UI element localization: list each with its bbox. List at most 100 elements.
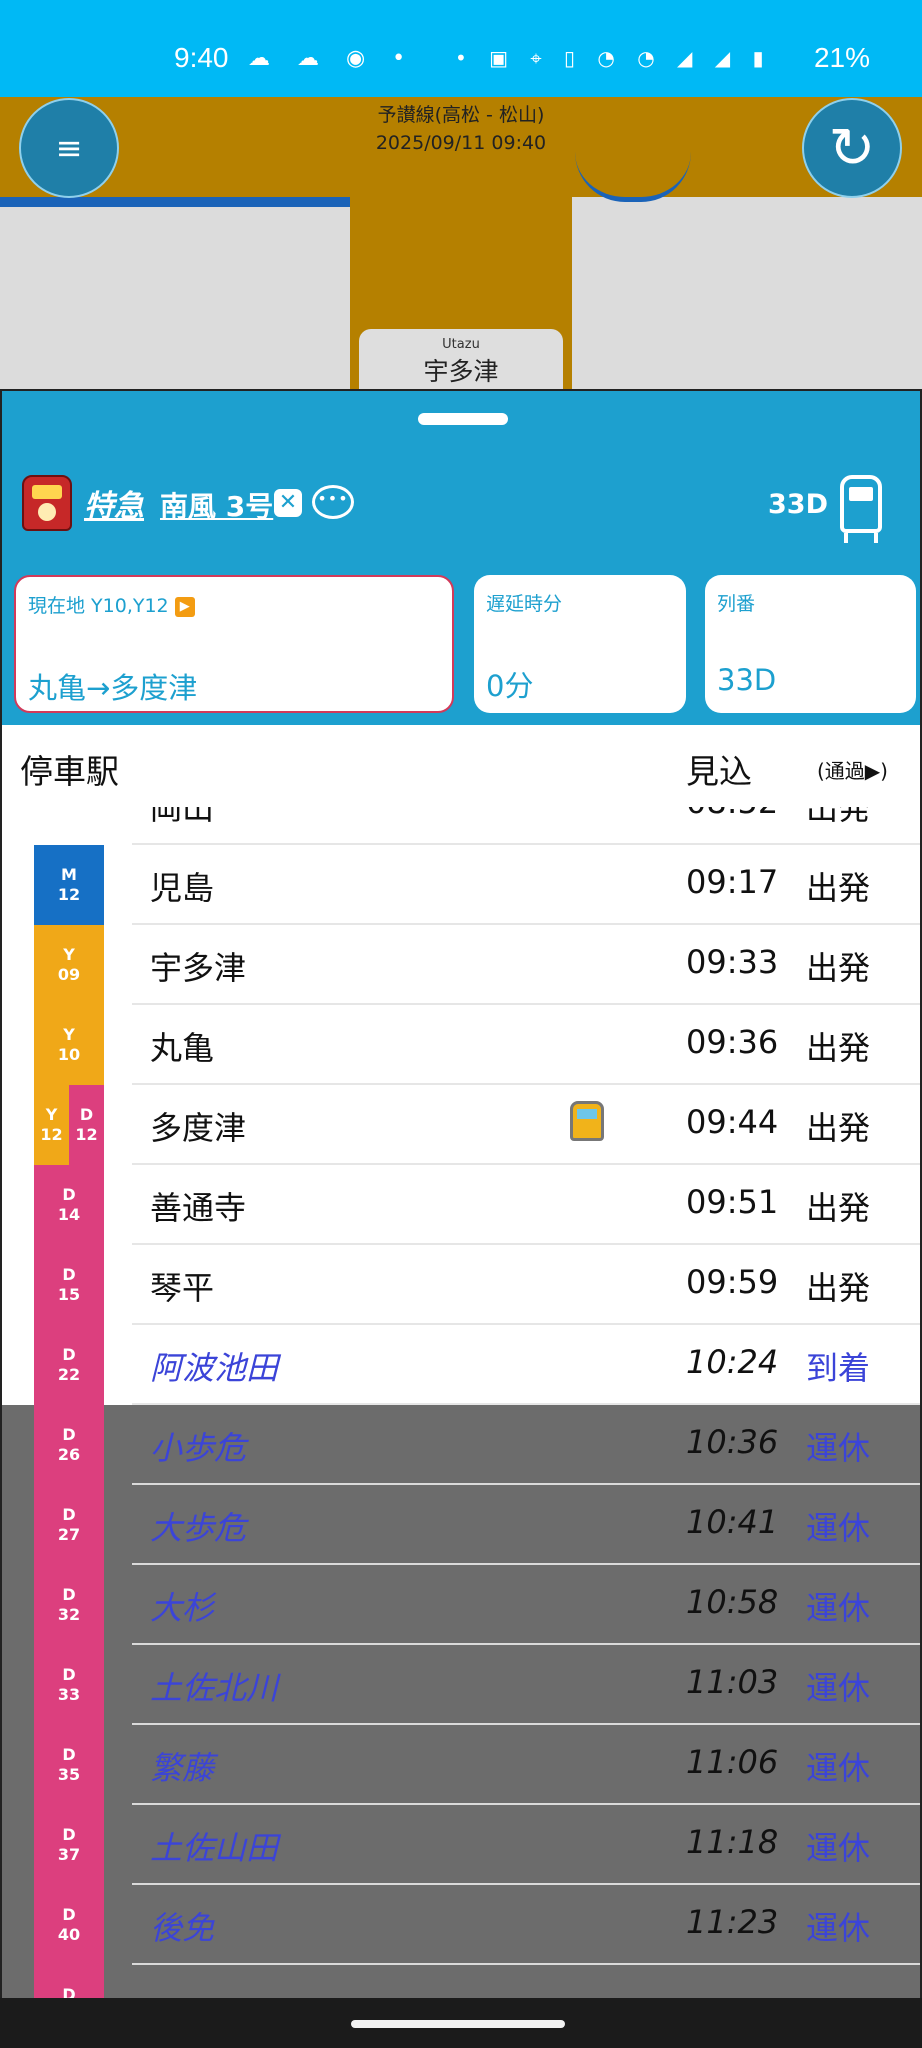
station-number-badge: D 40 bbox=[34, 1885, 104, 1965]
notification-icons: ☁ ☁ ◉ • bbox=[248, 46, 416, 71]
stop-row[interactable]: D bbox=[2, 1965, 920, 1998]
stop-name: 丸亀 bbox=[150, 1029, 215, 1067]
stop-status: 運休 bbox=[806, 1509, 871, 1547]
sheet-drag-handle[interactable] bbox=[418, 413, 508, 425]
station-number-badge: D bbox=[34, 1965, 104, 1998]
train-front-icon[interactable] bbox=[840, 475, 882, 543]
stop-time: 09:33 bbox=[686, 943, 779, 981]
stop-time: 10:24 bbox=[686, 1343, 779, 1381]
station-line-code: D bbox=[62, 1425, 76, 1444]
stop-time: 09:51 bbox=[686, 1183, 779, 1221]
stop-name: 宇多津 bbox=[150, 949, 247, 987]
navigation-bar bbox=[0, 1998, 922, 2048]
play-icon: ▶ bbox=[174, 596, 195, 617]
stop-row[interactable]: D 14 善通寺 09:51 出発 bbox=[2, 1165, 920, 1245]
station-number: 09 bbox=[57, 965, 81, 984]
delay-card: 遅延時分 0分 bbox=[474, 575, 686, 713]
delay-value: 0分 bbox=[486, 669, 534, 703]
station-number-badge: D 35 bbox=[34, 1725, 104, 1805]
station-number-badge: D 37 bbox=[34, 1805, 104, 1885]
stop-name: 繁藤 bbox=[150, 1749, 215, 1787]
stop-row[interactable]: D 40 後免 11:23 運休 bbox=[2, 1885, 920, 1965]
stop-name: 多度津 bbox=[150, 1109, 247, 1147]
stop-list[interactable]: 停車駅 見込 (通過▶) 岡山08:52出発M12児島09:17出発Y09宇多津… bbox=[2, 725, 920, 1998]
stop-time: 11:06 bbox=[686, 1743, 779, 1781]
stop-status: 出発 bbox=[806, 1189, 871, 1227]
stop-time: 09:36 bbox=[686, 1023, 779, 1061]
stop-name: 阿波池田 bbox=[150, 1349, 279, 1387]
stop-time: 10:36 bbox=[686, 1423, 779, 1461]
train-number-value: 33D bbox=[717, 663, 777, 697]
menu-icon: ≡ bbox=[55, 129, 83, 167]
station-number: 32 bbox=[57, 1605, 81, 1624]
station-line-code: D bbox=[62, 1585, 76, 1604]
refresh-button[interactable]: ↻ bbox=[802, 98, 902, 198]
stop-time: 09:44 bbox=[686, 1103, 779, 1141]
station-number: 12 bbox=[40, 1125, 63, 1144]
stop-time: 11:23 bbox=[686, 1903, 779, 1941]
station-number-badge: Y 10 bbox=[34, 1005, 104, 1085]
station-name-en: Utazu bbox=[442, 337, 480, 352]
train-header: 特急 南風 3号 ✕ ••• 33D bbox=[2, 475, 920, 545]
menu-button[interactable]: ≡ bbox=[19, 98, 119, 198]
column-expected-time: 見込 bbox=[686, 752, 752, 791]
stop-status: 出発 bbox=[806, 1109, 871, 1147]
current-train-icon bbox=[570, 1101, 604, 1141]
station-number: 12 bbox=[57, 885, 81, 904]
station-number-badge: D 14 bbox=[34, 1165, 104, 1245]
train-name-link[interactable]: 南風 3号 bbox=[160, 485, 273, 525]
train-id: 33D bbox=[768, 489, 828, 520]
stop-row[interactable]: D 37 土佐山田 11:18 運休 bbox=[2, 1805, 920, 1885]
station-number-badge: M 12 bbox=[34, 845, 104, 925]
stop-row[interactable]: D 27 大歩危 10:41 運休 bbox=[2, 1485, 920, 1565]
map-branch-line bbox=[0, 197, 350, 207]
stop-status: 運休 bbox=[806, 1429, 871, 1467]
cancel-mark-icon: ✕ bbox=[274, 489, 302, 517]
train-number-label: 列番 bbox=[717, 593, 756, 615]
stop-row[interactable]: Y 10 丸亀 09:36 出発 bbox=[2, 1005, 920, 1085]
route-title: 予讃線(高松 - 松山) bbox=[377, 104, 545, 126]
status-bar: 9:40 ☁ ☁ ◉ • • ▣ ⌖ ▯ ◔ ◔ ◢ ◢ ▮ 21% bbox=[0, 0, 922, 97]
station-number: 12 bbox=[75, 1125, 98, 1144]
home-gesture-bar[interactable] bbox=[351, 2020, 565, 2028]
column-stations: 停車駅 bbox=[20, 752, 119, 791]
station-line-code: D bbox=[62, 1745, 76, 1764]
stop-time: 09:17 bbox=[686, 863, 779, 901]
station-line-code: D bbox=[62, 1905, 76, 1924]
stop-row[interactable]: D 33 土佐北川 11:03 運休 bbox=[2, 1645, 920, 1725]
delay-label: 遅延時分 bbox=[486, 593, 563, 615]
stop-row[interactable]: D 35 繁藤 11:06 運休 bbox=[2, 1725, 920, 1805]
stop-name: 善通寺 bbox=[150, 1189, 247, 1227]
stop-status: 運休 bbox=[806, 1909, 871, 1947]
stop-time: 11:03 bbox=[686, 1663, 779, 1701]
stop-list-header: 停車駅 見込 (通過▶) bbox=[2, 725, 920, 807]
stop-row[interactable]: D 22 阿波池田 10:24 到着 bbox=[2, 1325, 920, 1405]
stop-row[interactable]: D 26 小歩危 10:36 運休 bbox=[2, 1405, 920, 1485]
station-name-ja: 宇多津 bbox=[423, 357, 499, 386]
stop-row[interactable]: Y 12 D 12 多度津 09:44 出発 bbox=[2, 1085, 920, 1165]
stop-row[interactable]: D 15 琴平 09:59 出発 bbox=[2, 1245, 920, 1325]
station-number: 10 bbox=[57, 1045, 81, 1064]
current-location-card: 現在地 Y10,Y12 ▶ 丸亀→多度津 bbox=[14, 575, 454, 713]
station-number: 15 bbox=[57, 1285, 81, 1304]
station-line-code: M bbox=[61, 865, 77, 884]
update-datetime: 2025/09/11 09:40 bbox=[375, 132, 547, 154]
chat-icon[interactable]: ••• bbox=[312, 485, 354, 519]
map-background-left bbox=[0, 207, 350, 389]
stop-row[interactable]: D 32 大杉 10:58 運休 bbox=[2, 1565, 920, 1645]
map-station-card[interactable]: Utazu 宇多津 Y 09 bbox=[359, 329, 563, 389]
station-line-code: D bbox=[62, 1665, 76, 1684]
stop-row[interactable]: Y 09 宇多津 09:33 出発 bbox=[2, 925, 920, 1005]
location-label: 現在地 Y10,Y12 ▶ bbox=[28, 591, 195, 618]
stop-name: 土佐山田 bbox=[150, 1829, 279, 1867]
station-number-badge: D 32 bbox=[34, 1565, 104, 1645]
toggle-passing-stations[interactable]: (通過▶) bbox=[817, 755, 888, 784]
battery-level: 21% bbox=[813, 42, 870, 73]
stop-name: 琴平 bbox=[150, 1269, 215, 1307]
station-number-badge: D 15 bbox=[34, 1245, 104, 1325]
station-line-code: D bbox=[62, 1825, 76, 1844]
stop-row[interactable]: M 12 児島 09:17 出発 bbox=[2, 845, 920, 925]
system-icons: • ▣ ⌖ ▯ ◔ ◔ ◢ ◢ ▮ bbox=[455, 46, 772, 70]
stop-status: 運休 bbox=[806, 1589, 871, 1627]
station-number-badge: D 22 bbox=[34, 1325, 104, 1405]
